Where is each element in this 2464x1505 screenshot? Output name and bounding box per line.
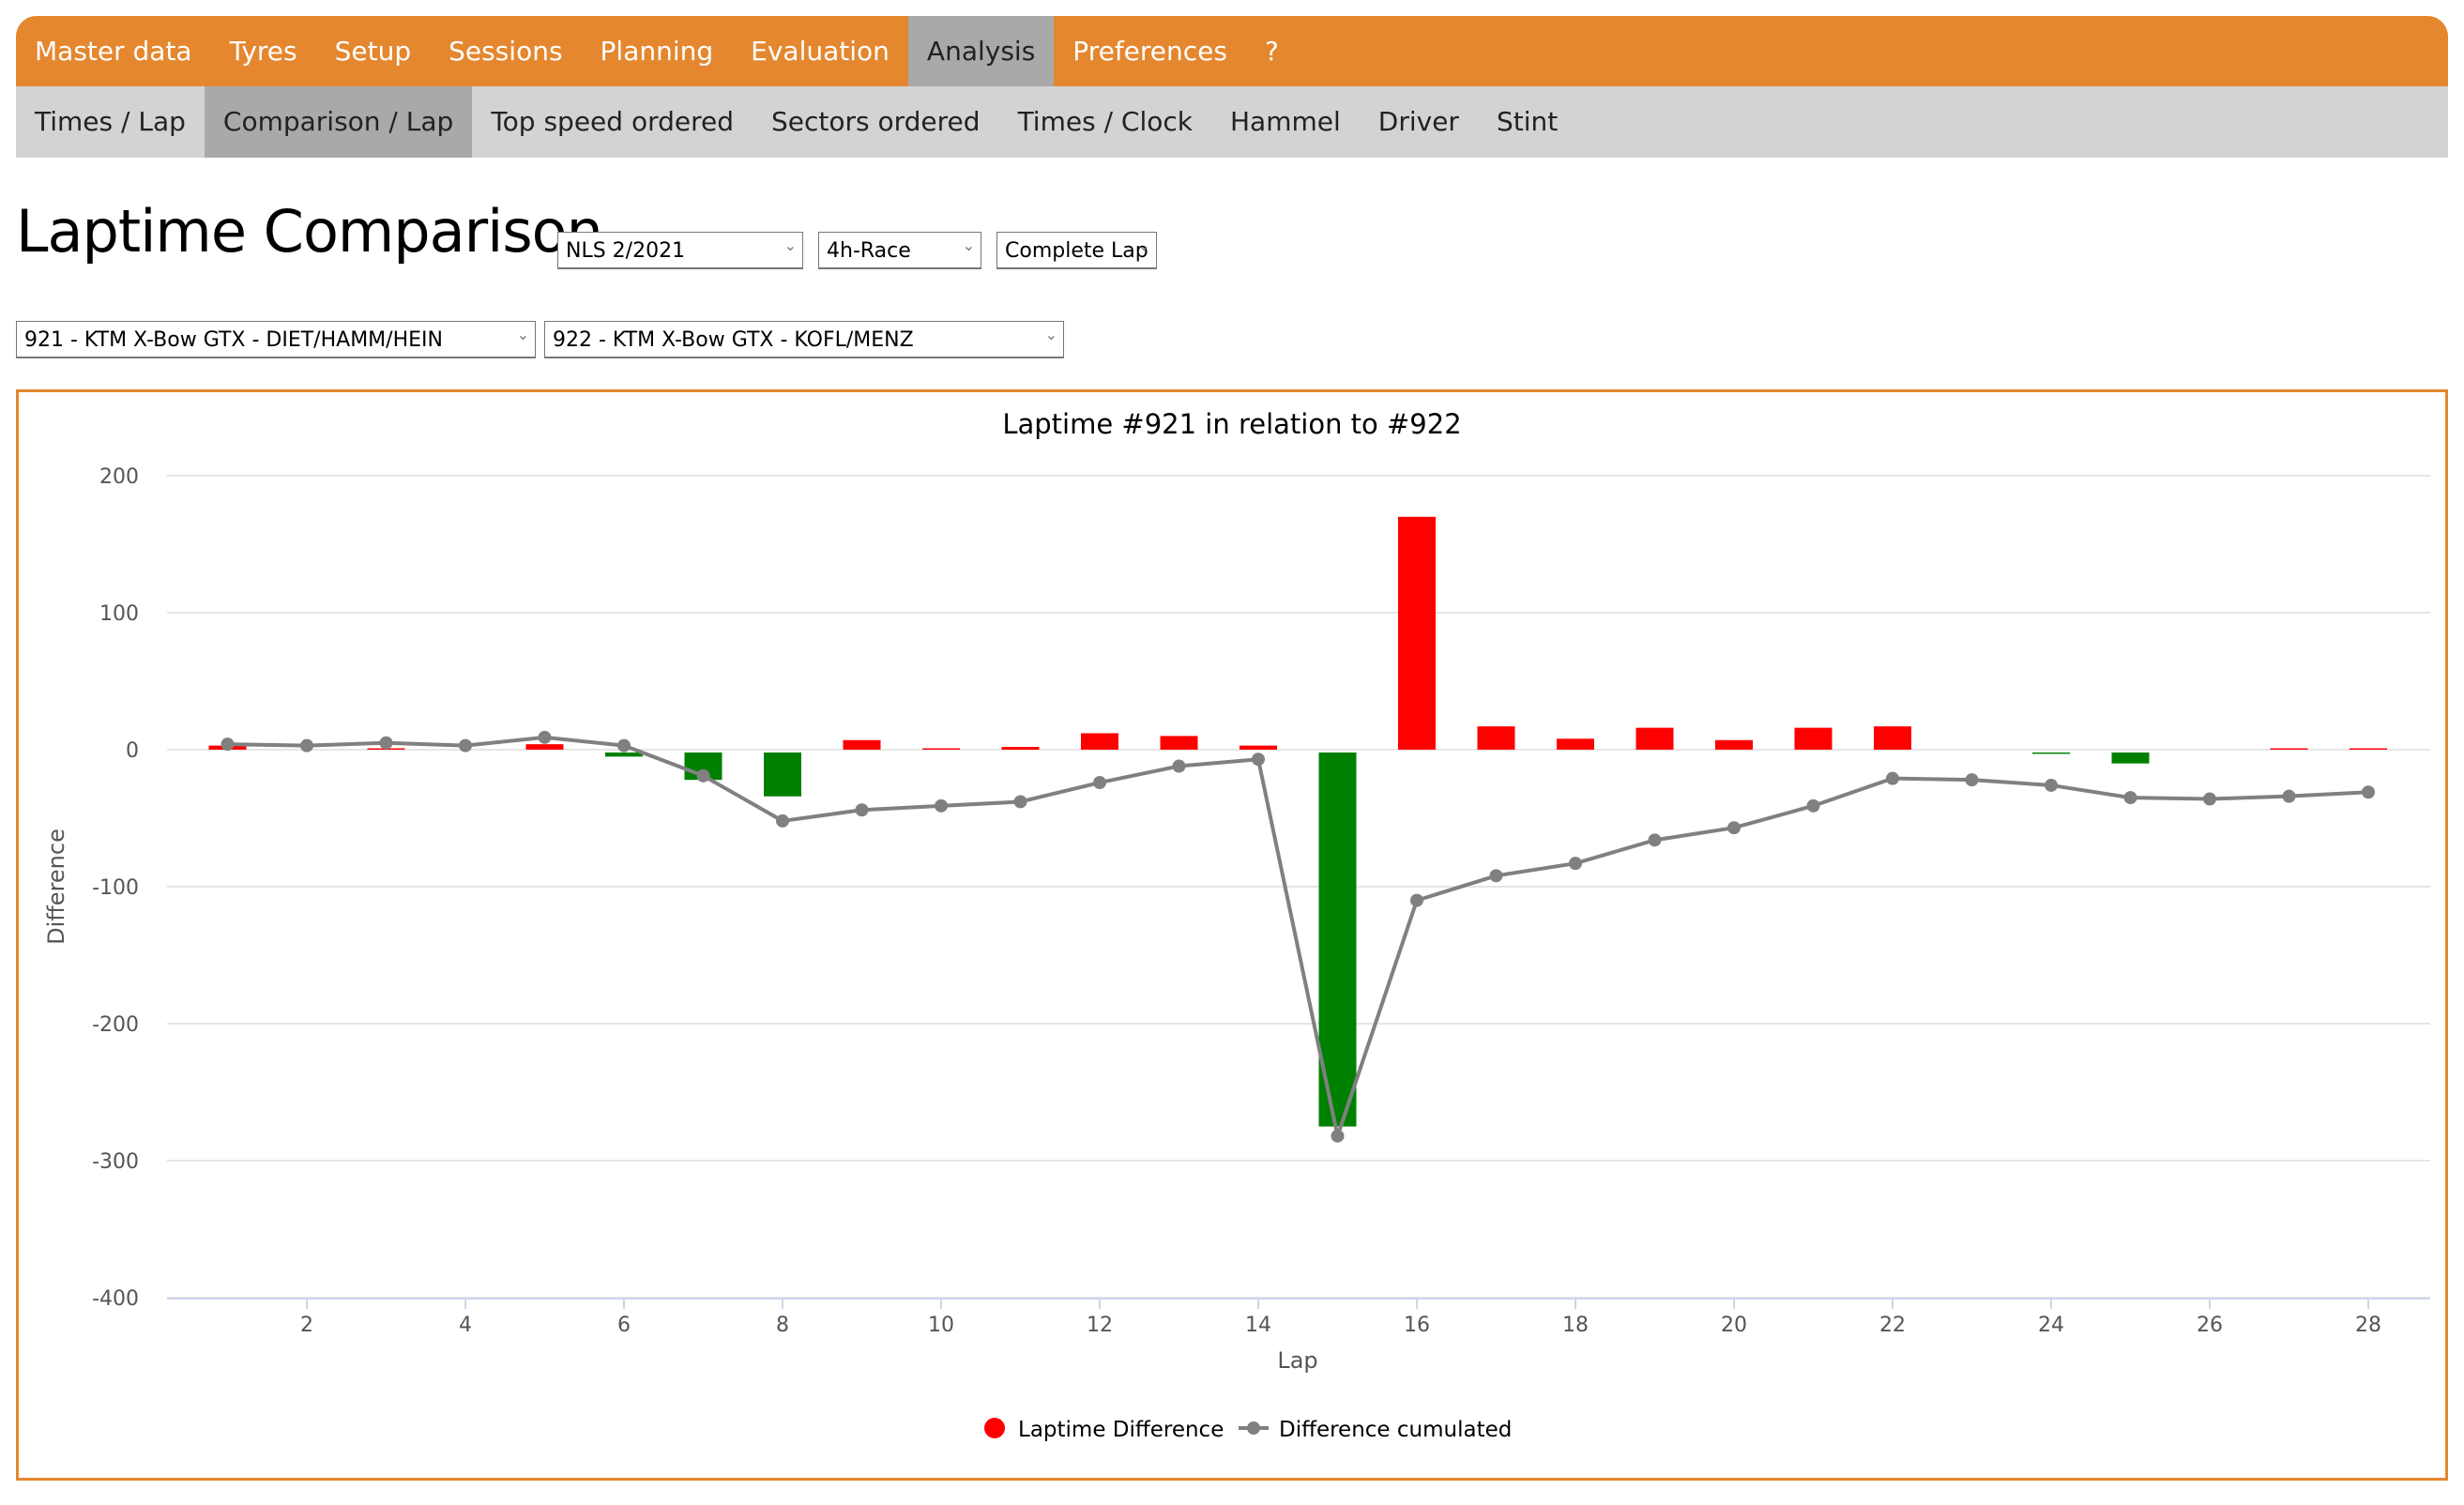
x-tick-label: 2 [300,1314,313,1337]
cumulated-point-lap-1 [221,737,235,752]
x-tick-label: 14 [1245,1314,1271,1337]
bar-lap-12 [1081,733,1118,750]
x-axis-label: Lap [1277,1347,1317,1374]
cumulated-point-lap-19 [1648,833,1662,847]
cumulated-point-lap-2 [300,738,313,752]
cumulated-point-lap-18 [1569,857,1582,871]
y-tick-label: -200 [92,1013,139,1037]
legend-bar-label: Laptime Difference [1018,1418,1224,1442]
cumulated-point-lap-15 [1331,1129,1345,1143]
x-tick-label: 28 [2355,1314,2381,1337]
x-tick-label: 4 [459,1314,472,1337]
cumulated-point-lap-28 [2362,785,2375,799]
cumulated-point-lap-22 [1886,771,1899,785]
chart-title: Laptime #921 in relation to #922 [1002,408,1461,440]
cumulated-point-lap-10 [935,798,948,813]
legend-bar-icon [984,1418,1005,1438]
bar-lap-10 [922,748,960,750]
x-tick-label: 18 [1562,1314,1589,1337]
cumulated-point-lap-27 [2282,789,2296,803]
bar-lap-8 [764,752,801,797]
cumulated-point-lap-16 [1410,893,1423,907]
x-tick-label: 16 [1404,1314,1430,1337]
y-tick-label: 0 [126,739,139,763]
legend-line-marker-icon [1247,1421,1260,1435]
cumulated-point-lap-26 [2203,792,2216,806]
cumulated-point-lap-8 [776,813,789,828]
x-tick-label: 12 [1087,1314,1113,1337]
bar-lap-25 [2111,752,2150,764]
bar-lap-5 [525,744,564,750]
x-tick-label: 20 [1721,1314,1747,1337]
cumulated-point-lap-25 [2123,791,2137,805]
y-tick-label: 100 [99,602,139,626]
bar-lap-18 [1557,738,1594,750]
cumulated-point-lap-11 [1013,795,1027,809]
x-tick-label: 8 [776,1314,789,1337]
bar-lap-6 [605,752,643,757]
chart: Laptime #921 in relation to #922 200 100 0 -… [43,408,2430,1442]
cumulated-point-lap-7 [696,768,710,783]
x-tick-label: 6 [617,1314,631,1337]
cumulated-point-lap-5 [538,730,552,744]
cumulated-point-lap-9 [855,803,869,817]
cumulated-point-lap-6 [617,738,631,752]
cumulated-point-lap-24 [2045,778,2058,792]
bar-lap-20 [1715,739,1753,750]
x-tick-label: 24 [2038,1314,2064,1337]
bar-lap-14 [1240,745,1277,750]
cumulated-point-lap-21 [1806,798,1820,813]
cumulated-point-lap-4 [459,738,472,752]
cumulated-point-lap-13 [1172,759,1186,773]
cumulated-point-lap-20 [1727,821,1741,835]
bar-lap-27 [2270,748,2308,750]
bar-lap-16 [1398,516,1436,750]
x-tick-label: 22 [1879,1314,1906,1337]
bar-lap-21 [1794,727,1833,750]
y-axis-label: Difference [43,829,69,945]
legend-line-label: Difference cumulated [1279,1418,1512,1442]
cumulated-point-lap-12 [1093,776,1106,790]
y-tick-label: -100 [92,876,139,900]
cumulated-point-lap-3 [379,736,393,750]
cumulated-point-lap-23 [1965,773,1979,787]
bar-lap-28 [2350,748,2387,750]
x-tick-label: 26 [2197,1314,2223,1337]
y-tick-label: -400 [92,1287,139,1311]
bar-lap-11 [1001,747,1040,750]
y-tick-label: -300 [92,1150,139,1174]
bar-lap-19 [1635,727,1674,750]
bar-lap-9 [843,739,881,750]
bar-lap-22 [1874,726,1911,750]
bar-lap-24 [2032,752,2070,754]
bar-lap-17 [1477,726,1515,750]
cumulated-line [227,735,2369,1144]
x-tick-label: 10 [928,1314,954,1337]
y-tick-label: 200 [99,465,139,489]
cumulated-point-lap-17 [1489,869,1503,883]
bar-lap-13 [1160,736,1198,750]
cumulated-point-lap-14 [1252,752,1265,767]
